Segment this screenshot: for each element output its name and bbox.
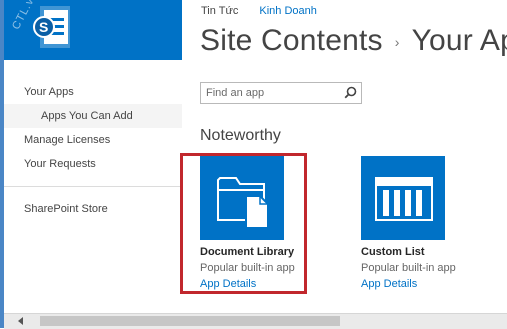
topnav-kinh-doanh-link[interactable]: Kinh Doanh <box>259 5 317 17</box>
app-description: Popular built-in app <box>361 262 456 274</box>
sidebar: Your Apps Apps You Can Add Manage Licens… <box>4 80 182 221</box>
app-name[interactable]: Custom List <box>361 246 425 258</box>
topnav-home-link[interactable]: Tin Tức <box>201 5 238 17</box>
breadcrumb-separator-icon: › <box>394 34 400 51</box>
top-navigation: Tin Tức Kinh Doanh <box>201 5 335 17</box>
svg-text:S: S <box>39 19 48 35</box>
page-title: Site Contents › Your Ap <box>200 24 507 58</box>
section-heading: Noteworthy <box>200 127 281 144</box>
app-tile-custom-list[interactable] <box>361 156 445 240</box>
sharepoint-logo-icon: S <box>33 6 70 48</box>
page-title-sub: Your Ap <box>411 24 507 57</box>
search-input[interactable] <box>201 84 341 102</box>
sidebar-item-your-apps[interactable]: Your Apps <box>4 80 182 104</box>
scroll-thumb[interactable] <box>40 316 340 326</box>
horizontal-scrollbar[interactable] <box>4 313 507 329</box>
app-details-link[interactable]: App Details <box>361 278 417 290</box>
sidebar-item-sharepoint-store[interactable]: SharePoint Store <box>4 197 182 221</box>
sidebar-item-apps-you-can-add[interactable]: Apps You Can Add <box>4 104 182 128</box>
sidebar-item-manage-licenses[interactable]: Manage Licenses <box>4 128 182 152</box>
sidebar-item-your-requests[interactable]: Your Requests <box>4 152 182 176</box>
search-icon[interactable] <box>344 86 357 99</box>
page-title-main: Site Contents <box>200 24 383 57</box>
custom-list-icon <box>375 177 433 221</box>
sidebar-divider <box>4 186 182 187</box>
highlight-box <box>180 153 307 294</box>
site-logo[interactable]: S CTL.vn <box>4 0 182 60</box>
app-search-box[interactable] <box>200 82 362 104</box>
scroll-left-arrow-icon[interactable] <box>18 317 23 325</box>
